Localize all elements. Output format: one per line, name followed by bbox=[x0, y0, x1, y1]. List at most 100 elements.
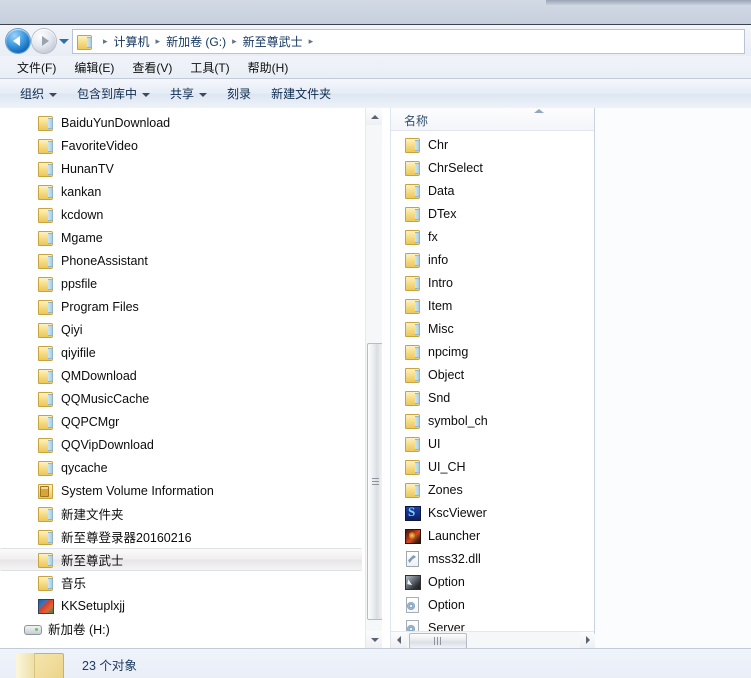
list-item[interactable]: Launcher bbox=[391, 524, 596, 547]
menu-tools[interactable]: 工具(T) bbox=[181, 57, 238, 78]
title-bar bbox=[0, 0, 751, 25]
list-item[interactable]: Data bbox=[391, 179, 596, 202]
list-item[interactable]: Option bbox=[391, 593, 596, 616]
exe-blue-icon bbox=[404, 504, 421, 521]
tree-item[interactable]: 新建文件夹 bbox=[0, 502, 365, 525]
pane-splitter[interactable] bbox=[382, 108, 390, 648]
tree-item-label: qiyifile bbox=[61, 345, 96, 360]
list-item[interactable]: Misc bbox=[391, 317, 596, 340]
list-item[interactable]: Chr bbox=[391, 133, 596, 156]
menu-view[interactable]: 查看(V) bbox=[123, 57, 181, 78]
tree-item[interactable]: QQPCMgr bbox=[0, 410, 365, 433]
file-list-horizontal-scrollbar[interactable] bbox=[391, 631, 596, 648]
list-item[interactable]: symbol_ch bbox=[391, 409, 596, 432]
list-item[interactable]: npcimg bbox=[391, 340, 596, 363]
tree-item[interactable]: 新加卷 (H:) bbox=[0, 617, 365, 640]
list-item[interactable]: UI_CH bbox=[391, 455, 596, 478]
list-item[interactable]: mss32.dll bbox=[391, 547, 596, 570]
dll-icon bbox=[404, 551, 421, 567]
tree-item[interactable]: 音乐 bbox=[0, 571, 365, 594]
tree-item[interactable]: qiyifile bbox=[0, 341, 365, 364]
toolbar-organize-label: 组织 bbox=[20, 87, 45, 101]
list-item[interactable]: Option bbox=[391, 570, 596, 593]
list-item[interactable]: info bbox=[391, 248, 596, 271]
tree-item[interactable]: kcdown bbox=[0, 203, 365, 226]
toolbar-share[interactable]: 共享 bbox=[160, 80, 217, 107]
status-folder-icon bbox=[14, 651, 66, 678]
list-item[interactable]: Intro bbox=[391, 271, 596, 294]
tree-item[interactable]: HunanTV bbox=[0, 157, 365, 180]
list-item[interactable]: KscViewer bbox=[391, 501, 596, 524]
folder-icon bbox=[37, 460, 54, 476]
breadcrumb-chevron-icon-0[interactable]: ▸ bbox=[100, 36, 111, 47]
tree-item-label: kankan bbox=[61, 184, 102, 199]
breadcrumb-item-drive-g[interactable]: 新加卷 (G:) bbox=[163, 32, 229, 51]
folder-icon bbox=[37, 115, 54, 131]
tree-item[interactable]: 新至尊武士 bbox=[0, 548, 362, 571]
scroll-up-button[interactable] bbox=[366, 108, 383, 125]
menu-file[interactable]: 文件(F) bbox=[8, 57, 65, 78]
folder-icon bbox=[37, 207, 54, 223]
breadcrumb-item-folder[interactable]: 新至尊武士 bbox=[240, 32, 306, 51]
list-item[interactable]: fx bbox=[391, 225, 596, 248]
tree-item[interactable]: ppsfile bbox=[0, 272, 365, 295]
list-item[interactable]: Object bbox=[391, 363, 596, 386]
menu-help[interactable]: 帮助(H) bbox=[239, 57, 298, 78]
empty-region bbox=[595, 108, 751, 648]
title-bar-shadow bbox=[546, 0, 751, 5]
tree-item[interactable]: QQVipDownload bbox=[0, 433, 365, 456]
toolbar-include-in-library[interactable]: 包含到库中 bbox=[67, 80, 160, 107]
tree-item-label: 音乐 bbox=[61, 577, 87, 591]
back-button[interactable] bbox=[6, 29, 30, 53]
tree-item[interactable]: Program Files bbox=[0, 295, 365, 318]
list-item-label: KscViewer bbox=[428, 505, 487, 520]
address-bar[interactable]: ▸ 计算机 ▸ 新加卷 (G:) ▸ 新至尊武士 ▸ bbox=[72, 29, 745, 54]
menu-edit[interactable]: 编辑(E) bbox=[65, 57, 123, 78]
list-item[interactable]: ChrSelect bbox=[391, 156, 596, 179]
list-item-label: Option bbox=[428, 597, 465, 612]
list-item-label: npcimg bbox=[428, 344, 469, 359]
cfg-icon bbox=[404, 597, 421, 613]
scroll-down-button[interactable] bbox=[366, 631, 383, 648]
tree-item[interactable]: BaiduYunDownload bbox=[0, 111, 365, 134]
scroll-right-button[interactable] bbox=[580, 632, 596, 648]
breadcrumb-chevron-icon-1[interactable]: ▸ bbox=[153, 36, 164, 47]
tree-item[interactable]: Mgame bbox=[0, 226, 365, 249]
tree-item[interactable]: qycache bbox=[0, 456, 365, 479]
list-item[interactable]: DTex bbox=[391, 202, 596, 225]
breadcrumb-chevron-icon-3[interactable]: ▸ bbox=[306, 36, 317, 47]
list-item-label: Misc bbox=[428, 321, 454, 336]
recent-pages-chevron-down-icon[interactable] bbox=[59, 39, 69, 44]
list-item[interactable]: UI bbox=[391, 432, 596, 455]
scrollbar-thumb[interactable] bbox=[367, 343, 383, 620]
tree-item[interactable]: PhoneAssistant bbox=[0, 249, 365, 272]
forward-button[interactable] bbox=[32, 29, 56, 53]
tree-item[interactable]: kankan bbox=[0, 180, 365, 203]
breadcrumb-item-computer[interactable]: 计算机 bbox=[111, 32, 153, 51]
list-item[interactable]: Item bbox=[391, 294, 596, 317]
tree-item[interactable]: System Volume Information bbox=[0, 479, 365, 502]
tree-item[interactable]: 新至尊登录器20160216 bbox=[0, 525, 365, 548]
folder-icon bbox=[404, 229, 421, 245]
list-item-label: Chr bbox=[428, 137, 449, 152]
toolbar-organize[interactable]: 组织 bbox=[10, 80, 67, 107]
toolbar-new-folder[interactable]: 新建文件夹 bbox=[261, 80, 341, 107]
horizontal-scrollbar-thumb[interactable] bbox=[409, 633, 467, 648]
scroll-left-button[interactable] bbox=[391, 632, 407, 648]
tree-item-label: PhoneAssistant bbox=[61, 253, 148, 268]
tree-item[interactable]: KKSetuplxjj bbox=[0, 594, 365, 617]
tree-item-label: BaiduYunDownload bbox=[61, 115, 171, 130]
toolbar-burn[interactable]: 刻录 bbox=[217, 80, 261, 107]
breadcrumb-chevron-icon-2[interactable]: ▸ bbox=[229, 36, 240, 47]
list-item[interactable]: Snd bbox=[391, 386, 596, 409]
navigation-pane-scrollbar[interactable] bbox=[365, 108, 383, 648]
tree-item[interactable]: QMDownload bbox=[0, 364, 365, 387]
explorer-window: ▸ 计算机 ▸ 新加卷 (G:) ▸ 新至尊武士 ▸ 文件(F) 编辑(E) 查看(… bbox=[0, 0, 751, 678]
tree-item-label: KKSetuplxjj bbox=[61, 598, 125, 613]
list-item[interactable]: Zones bbox=[391, 478, 596, 501]
exe-grey-icon bbox=[404, 574, 421, 590]
column-header-name[interactable]: 名称 bbox=[391, 108, 596, 131]
tree-item[interactable]: FavoriteVideo bbox=[0, 134, 365, 157]
tree-item[interactable]: Qiyi bbox=[0, 318, 365, 341]
tree-item[interactable]: QQMusicCache bbox=[0, 387, 365, 410]
